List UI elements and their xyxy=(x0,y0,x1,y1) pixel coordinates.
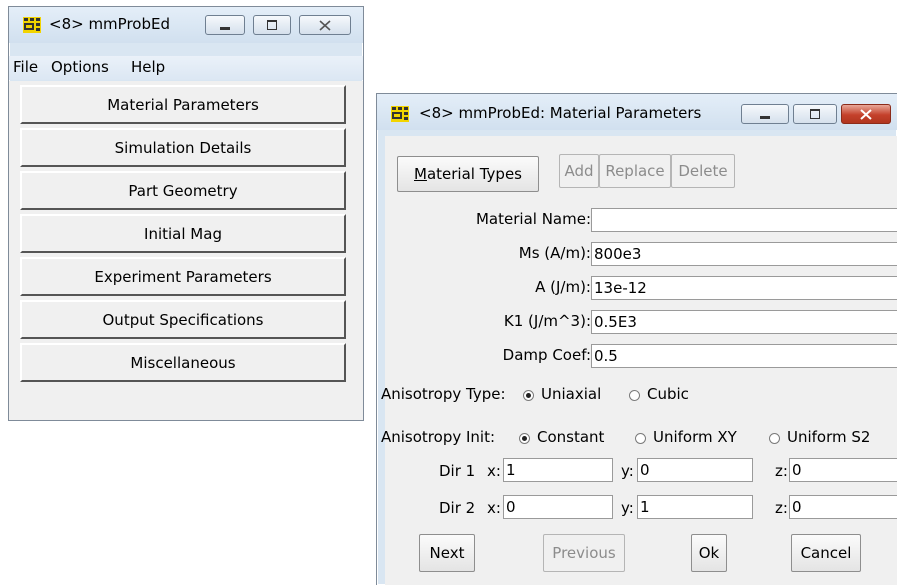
dir2-x-label: x: xyxy=(487,499,501,517)
main-button-panel: Material Parameters Simulation Details P… xyxy=(9,81,363,420)
dir1-z-label: z: xyxy=(775,462,788,480)
k1-label: K1 (J/m^3): xyxy=(503,312,591,330)
add-button[interactable]: Add xyxy=(559,154,599,188)
dir2-label: Dir 2 xyxy=(439,499,476,517)
anisotropy-init-label: Anisotropy Init: xyxy=(381,428,496,446)
dir2-x-field[interactable]: 0 xyxy=(503,495,613,519)
dialog-close-button[interactable] xyxy=(841,104,891,124)
anisotropy-type-label: Anisotropy Type: xyxy=(381,385,506,403)
maximize-icon xyxy=(267,20,277,30)
main-close-button[interactable] xyxy=(299,15,351,35)
main-window-title: <8> mmProbEd xyxy=(49,15,170,33)
dir1-y-field[interactable]: 0 xyxy=(637,458,753,482)
constant-label[interactable]: Constant xyxy=(537,428,604,446)
minimize-icon xyxy=(760,115,770,119)
dialog-maximize-button[interactable] xyxy=(793,104,837,124)
dir2-z-field[interactable]: 0 xyxy=(789,495,897,519)
main-window: <8> mmProbEd File Options Help Material … xyxy=(8,6,364,421)
dialog-titlebar[interactable]: <8> mmProbEd: Material Parameters xyxy=(377,94,897,130)
dir1-y-label: y: xyxy=(621,462,634,480)
menu-help[interactable]: Help xyxy=(131,58,165,76)
close-icon xyxy=(860,108,872,120)
part-geometry-button[interactable]: Part Geometry xyxy=(20,171,346,210)
replace-button[interactable]: Replace xyxy=(599,154,671,188)
delete-button[interactable]: Delete xyxy=(671,154,735,188)
menu-options[interactable]: Options xyxy=(51,58,109,76)
dir1-x-field[interactable]: 1 xyxy=(503,458,613,482)
dir1-label: Dir 1 xyxy=(439,462,476,480)
material-types-button[interactable]: Material Types xyxy=(397,156,539,192)
mmprobed-app-icon xyxy=(391,106,409,122)
uniform-xy-radio[interactable] xyxy=(635,433,646,444)
dir1-x-label: x: xyxy=(487,462,501,480)
miscellaneous-button[interactable]: Miscellaneous xyxy=(20,343,346,382)
main-maximize-button[interactable] xyxy=(253,15,291,35)
cubic-label[interactable]: Cubic xyxy=(647,385,689,403)
previous-button[interactable]: Previous xyxy=(543,534,625,572)
material-name-field[interactable] xyxy=(591,208,897,232)
maximize-icon xyxy=(810,109,820,119)
initial-mag-button[interactable]: Initial Mag xyxy=(20,214,346,253)
cubic-radio[interactable] xyxy=(629,390,640,401)
main-menubar: File Options Help xyxy=(9,56,363,80)
dialog-client: Material Types Add Replace Delete Materi… xyxy=(381,136,897,585)
uniform-s2-label[interactable]: Uniform S2 xyxy=(787,428,870,446)
constant-radio[interactable] xyxy=(519,433,530,444)
next-button[interactable]: Next xyxy=(419,534,475,572)
k1-field[interactable]: 0.5E3 xyxy=(591,310,897,334)
dir2-y-label: y: xyxy=(621,499,634,517)
a-label: A (J/m): xyxy=(535,278,591,296)
main-minimize-button[interactable] xyxy=(205,15,245,35)
mmprobed-app-icon xyxy=(23,17,41,33)
dialog-title: <8> mmProbEd: Material Parameters xyxy=(419,104,702,122)
material-types-mnemonic: M xyxy=(414,165,427,183)
uniaxial-label[interactable]: Uniaxial xyxy=(541,385,601,403)
damp-coef-label: Damp Coef: xyxy=(502,346,591,364)
main-titlebar[interactable]: <8> mmProbEd xyxy=(9,7,363,43)
material-parameters-dialog: <8> mmProbEd: Material Parameters Materi… xyxy=(376,93,897,585)
dir1-z-field[interactable]: 0 xyxy=(789,458,897,482)
minimize-icon xyxy=(220,26,230,30)
uniform-s2-radio[interactable] xyxy=(769,433,780,444)
ok-button[interactable]: Ok xyxy=(691,534,727,572)
dir2-z-label: z: xyxy=(775,499,788,517)
output-specifications-button[interactable]: Output Specifications xyxy=(20,300,346,339)
damp-coef-field[interactable]: 0.5 xyxy=(591,344,897,368)
uniaxial-radio[interactable] xyxy=(523,390,534,401)
material-types-label: aterial Types xyxy=(426,165,522,183)
cancel-button[interactable]: Cancel xyxy=(791,534,861,572)
material-parameters-button[interactable]: Material Parameters xyxy=(20,85,346,124)
simulation-details-button[interactable]: Simulation Details xyxy=(20,128,346,167)
dir2-y-field[interactable]: 1 xyxy=(637,495,753,519)
ms-field[interactable]: 800e3 xyxy=(591,242,897,266)
dialog-minimize-button[interactable] xyxy=(741,104,789,124)
close-icon xyxy=(319,19,331,31)
experiment-parameters-button[interactable]: Experiment Parameters xyxy=(20,257,346,296)
material-name-label: Material Name: xyxy=(475,210,591,228)
uniform-xy-label[interactable]: Uniform XY xyxy=(653,428,737,446)
menu-file[interactable]: File xyxy=(13,58,38,76)
ms-label: Ms (A/m): xyxy=(518,244,591,262)
a-field[interactable]: 13e-12 xyxy=(591,276,897,300)
